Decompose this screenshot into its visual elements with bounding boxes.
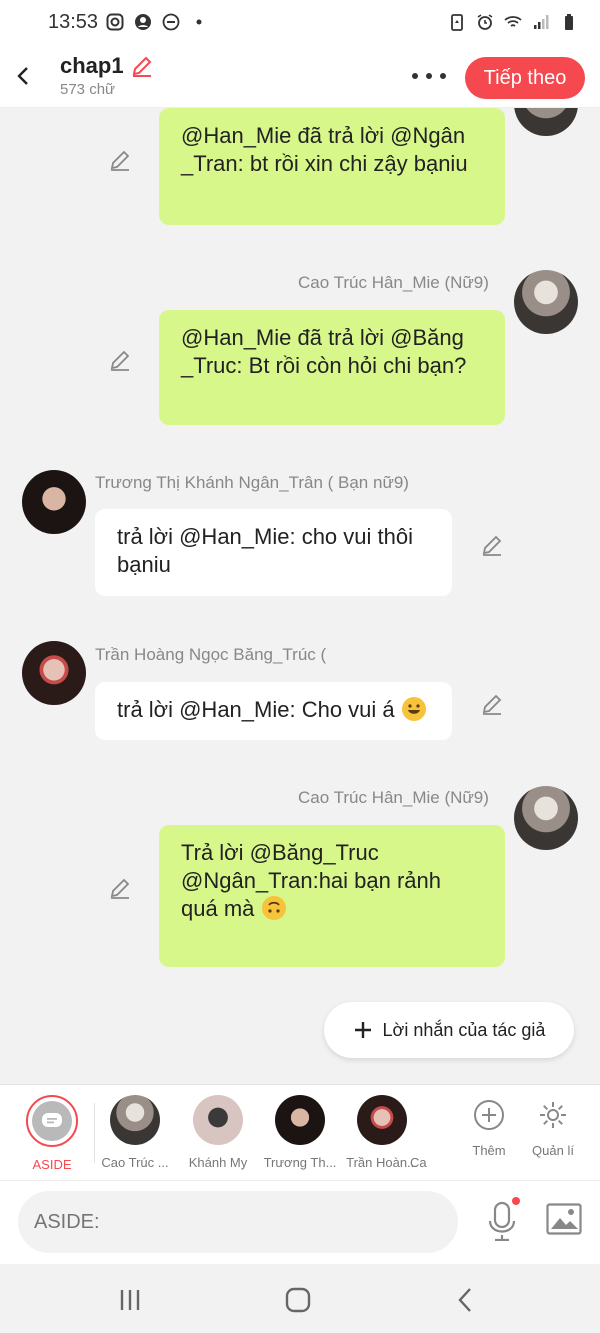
author-note-button[interactable]: Lời nhắn của tác giả	[324, 1002, 574, 1058]
input-bar	[0, 1180, 600, 1264]
character-item[interactable]: Ca	[410, 1095, 440, 1170]
image-icon[interactable]	[546, 1203, 582, 1235]
character-name: Khánh My	[188, 1155, 248, 1170]
avatar[interactable]	[514, 108, 578, 136]
character-item[interactable]: Khánh My	[172, 1095, 264, 1170]
home-icon[interactable]	[284, 1286, 312, 1314]
sender-name: Cao Trúc Hân_Mie (Nữ9)	[298, 273, 489, 292]
character-bar: ASIDE Cao Trúc ... Khánh My Trương Th...…	[0, 1084, 600, 1180]
manage-label: Quản lí	[532, 1143, 574, 1158]
grinning-emoji-icon	[401, 697, 426, 721]
character-name: Ca	[410, 1155, 427, 1170]
sender-name: Trần Hoàng Ngọc Băng_Trúc (	[95, 645, 327, 664]
back-button[interactable]	[12, 64, 36, 88]
author-note-label: Lời nhắn của tác giả	[382, 1019, 546, 1040]
edit-message-icon[interactable]	[108, 876, 132, 900]
message-bubble[interactable]: trả lời @Han_Mie: cho vui thôi bạniu	[95, 509, 452, 596]
next-button[interactable]: Tiếp theo	[465, 57, 585, 99]
message-bubble[interactable]: trả lời @Han_Mie: Cho vui á	[95, 682, 452, 740]
character-name: Trương Th...	[263, 1155, 337, 1170]
microphone-icon[interactable]	[486, 1201, 518, 1241]
message-text: @Han_Mie đã trả lời @Băng _Truc: Bt rồi …	[181, 325, 467, 378]
notification-dot	[512, 1197, 520, 1205]
system-nav-bar	[0, 1264, 600, 1333]
more-dot-icon	[412, 73, 418, 79]
more-options-button[interactable]	[412, 62, 446, 90]
aside-avatar	[26, 1095, 78, 1147]
message-text: trả lời @Han_Mie: Cho vui á	[117, 697, 395, 722]
word-count: 573 chữ	[60, 81, 116, 98]
battery-icon	[565, 14, 573, 30]
more-dot-icon	[426, 73, 432, 79]
upside-down-face-emoji-icon	[261, 896, 286, 920]
account-icon	[135, 14, 152, 30]
message-input[interactable]	[18, 1191, 458, 1253]
dot-icon	[196, 19, 202, 25]
more-dot-icon	[440, 73, 446, 79]
edit-message-icon[interactable]	[480, 533, 504, 557]
plus-icon	[354, 1022, 371, 1038]
edit-message-icon[interactable]	[480, 692, 504, 716]
message-text: trả lời @Han_Mie: cho vui thôi bạniu	[117, 524, 413, 577]
battery-saver-icon	[451, 14, 463, 31]
message-bubble[interactable]: @Han_Mie đã trả lời @Băng _Truc: Bt rồi …	[159, 310, 505, 425]
avatar	[110, 1095, 160, 1145]
character-name: Cao Trúc ...	[101, 1155, 169, 1170]
avatar[interactable]	[22, 470, 86, 534]
sender-name: Cao Trúc Hân_Mie (Nữ9)	[298, 788, 489, 807]
dnd-icon	[162, 13, 180, 31]
status-bar: 13:53	[0, 0, 600, 44]
header: chap1 573 chữ Tiếp theo	[0, 44, 600, 108]
signal-icon	[534, 15, 549, 29]
avatar[interactable]	[22, 641, 86, 705]
avatar	[357, 1095, 407, 1145]
edit-message-icon[interactable]	[108, 348, 132, 372]
add-circle-icon	[474, 1100, 504, 1130]
aside-character[interactable]: ASIDE	[6, 1095, 98, 1172]
back-nav-icon[interactable]	[452, 1286, 480, 1314]
gear-icon	[540, 1102, 566, 1128]
chapter-title: chap1	[60, 53, 124, 78]
recent-apps-icon[interactable]	[116, 1286, 144, 1314]
chat-area[interactable]: @Han_Mie đã trả lời @Ngân _Tran: bt rồi …	[0, 108, 600, 1084]
aside-label: ASIDE	[32, 1157, 72, 1172]
instagram-icon	[106, 13, 124, 31]
chat-bubble-icon	[42, 1113, 62, 1127]
title-block: chap1 573 chữ	[60, 53, 154, 98]
avatar[interactable]	[514, 270, 578, 334]
wifi-icon	[504, 16, 522, 27]
message-text: Trả lời @Băng_Truc @Ngân_Tran:hai bạn rả…	[181, 840, 442, 921]
manage-characters-button[interactable]: Quản lí	[507, 1095, 599, 1158]
message-text: @Han_Mie đã trả lời @Ngân _Tran: bt rồi …	[181, 123, 468, 176]
character-item[interactable]: Trương Th...	[254, 1095, 346, 1170]
alarm-icon	[477, 14, 493, 30]
avatar	[275, 1095, 325, 1145]
avatar	[193, 1095, 243, 1145]
edit-title-icon[interactable]	[130, 54, 154, 78]
back-arrow-icon	[17, 66, 28, 85]
sender-name: Trương Thị Khánh Ngân_Trân ( Bạn nữ9)	[95, 473, 409, 492]
character-item[interactable]: Cao Trúc ...	[89, 1095, 181, 1170]
message-bubble[interactable]: Trả lời @Băng_Truc @Ngân_Tran:hai bạn rả…	[159, 825, 505, 967]
status-time: 13:53	[48, 10, 99, 33]
avatar[interactable]	[514, 786, 578, 850]
edit-message-icon[interactable]	[108, 148, 132, 172]
message-bubble[interactable]: @Han_Mie đã trả lời @Ngân _Tran: bt rồi …	[159, 108, 505, 225]
